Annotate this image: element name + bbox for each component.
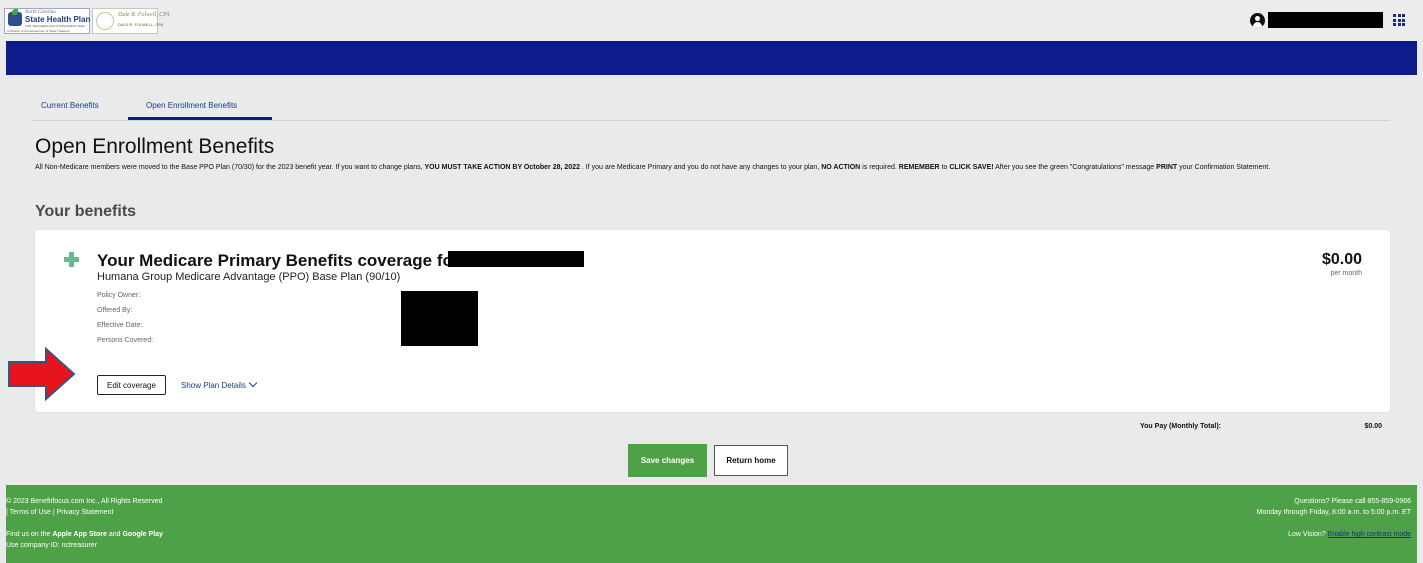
copyright-text: © 2023 Benefitfocus.com Inc., All Rights… xyxy=(6,498,163,505)
footer-links: | Terms of Use | Privacy Statement xyxy=(6,509,114,516)
app-store-text: Find us on the Apple App Store and Googl… xyxy=(6,531,163,538)
coverage-price: $0.00 xyxy=(1321,251,1362,268)
benefit-tabs: Current Benefits Open Enrollment Benefit… xyxy=(33,95,1390,121)
logo-subtitle-text: A Division of the Department of State Tr… xyxy=(7,29,70,33)
policy-owner-label: Policy Owner: xyxy=(97,292,141,299)
logo-tagline-text: FOR TEACHERS AND STATE EMPLOYEES xyxy=(25,24,85,28)
plus-icon xyxy=(64,252,79,267)
privacy-statement-link[interactable]: Privacy Statement xyxy=(57,509,114,516)
monthly-total-label: You Pay (Monthly Total): xyxy=(1140,423,1222,430)
enrollment-notice: All Non-Medicare members were moved to t… xyxy=(35,164,1271,171)
coverage-title: Your Medicare Primary Benefits coverage … xyxy=(97,251,460,270)
section-title: Your benefits xyxy=(35,203,137,220)
top-header: North Carolina State Health Plan FOR TEA… xyxy=(0,0,1423,41)
tab-current-benefits[interactable]: Current Benefits xyxy=(41,101,99,110)
monthly-total-value: $0.00 xyxy=(1364,423,1382,430)
health-plan-leaf-icon xyxy=(8,9,22,26)
treasurer-logo: Dale R. Folwell, CPA DALE R. FOLWELL, CP… xyxy=(92,8,170,34)
treasurer-signature: Dale R. Folwell, CPA xyxy=(118,12,170,18)
support-hours-text: Monday through Friday, 8:00 a.m. to 5:00… xyxy=(1256,509,1411,516)
user-icon[interactable] xyxy=(1250,13,1265,28)
persons-covered-label: Persons Covered: xyxy=(97,337,154,344)
page-title: Open Enrollment Benefits xyxy=(35,135,275,158)
treasurer-caption: DALE R. FOLWELL, CPA xyxy=(118,22,164,27)
details-redacted xyxy=(401,291,478,346)
member-name-redacted xyxy=(448,251,584,267)
price-period: per month xyxy=(1330,270,1362,277)
terms-of-use-link[interactable]: Terms of Use xyxy=(10,509,51,516)
show-plan-details-label: Show Plan Details xyxy=(181,381,246,390)
red-arrow-icon xyxy=(8,346,76,402)
company-id-text: Use company ID: nctreasurer xyxy=(6,542,98,549)
user-name-redacted[interactable] xyxy=(1268,12,1383,28)
return-home-button[interactable]: Return home xyxy=(714,445,788,476)
apps-grid-icon[interactable] xyxy=(1393,14,1405,26)
tab-open-enrollment-benefits[interactable]: Open Enrollment Benefits xyxy=(146,101,237,110)
high-contrast-link[interactable]: Enable high contrast mode xyxy=(1328,531,1411,538)
plan-name: Humana Group Medicare Advantage (PPO) Ba… xyxy=(97,271,401,283)
low-vision-text: Low Vision? Enable high contrast mode xyxy=(1288,531,1411,538)
edit-coverage-button[interactable]: Edit coverage xyxy=(97,375,166,395)
footer: © 2023 Benefitfocus.com Inc., All Rights… xyxy=(6,485,1417,563)
logo-name-text: State Health Plan xyxy=(25,15,91,24)
effective-date-label: Effective Date: xyxy=(97,322,143,329)
save-changes-button[interactable]: Save changes xyxy=(628,444,707,477)
show-plan-details-link[interactable]: Show Plan Details xyxy=(181,378,258,390)
offered-by-label: Offered By: xyxy=(97,307,133,314)
chevron-down-icon xyxy=(248,378,258,388)
coverage-card: Your Medicare Primary Benefits coverage … xyxy=(35,230,1390,412)
treasurer-seal-icon xyxy=(96,12,114,30)
support-phone-text: Questions? Please call 855-859-0966 xyxy=(1294,498,1411,505)
active-tab-indicator xyxy=(128,117,272,120)
nav-band xyxy=(6,41,1417,75)
state-health-plan-logo[interactable]: North Carolina State Health Plan FOR TEA… xyxy=(4,8,90,34)
